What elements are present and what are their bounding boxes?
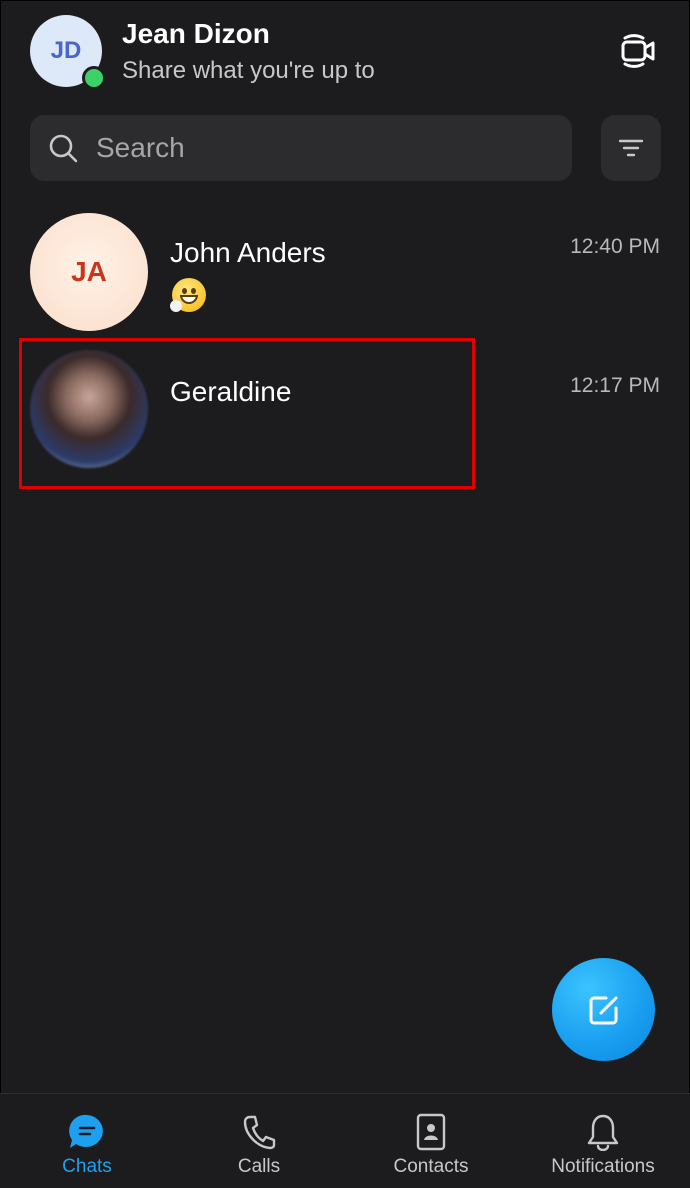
filter-icon [618,139,644,157]
tab-contacts[interactable]: Contacts [386,1094,476,1188]
new-chat-button[interactable] [552,958,655,1061]
tab-label: Contacts [393,1156,469,1177]
phone-icon [242,1112,276,1152]
search-input[interactable] [94,131,538,165]
contact-avatar: JA [30,213,148,331]
chat-item-john-anders[interactable]: JA John Anders 12:40 PM [0,213,690,343]
chat-bubble-icon [67,1112,107,1152]
video-camera-icon [621,34,655,68]
status-message[interactable]: Share what you're up to [122,57,375,85]
tab-calls[interactable]: Calls [218,1094,300,1188]
tab-label: Calls [237,1156,281,1177]
my-avatar-initials: JD [50,37,82,64]
presence-online-indicator [82,66,106,90]
tab-label: Chats [62,1156,112,1177]
meet-now-button[interactable] [612,26,662,76]
filter-button[interactable] [601,115,661,181]
contact-avatar-initials: JA [71,256,107,287]
tab-notifications[interactable]: Notifications [540,1094,666,1188]
chat-time: 12:40 PM [570,235,660,258]
search-icon [48,132,80,164]
bell-icon [585,1112,621,1152]
tab-label: Notifications [551,1156,655,1177]
profile-header: JD Jean Dizon Share what you're up to [0,0,690,100]
chat-time: 12:17 PM [570,374,660,397]
compose-icon [589,996,617,1024]
my-name[interactable]: Jean Dizon [122,18,270,50]
grinning-emoji-icon [170,278,206,312]
contacts-book-icon [415,1112,447,1152]
search-bar[interactable] [30,115,572,181]
bottom-tab-bar: Chats Calls Contacts Notifications [0,1093,690,1187]
chat-name: John Anders [170,237,326,268]
tab-chats[interactable]: Chats [46,1094,128,1188]
highlight-box [19,338,475,489]
